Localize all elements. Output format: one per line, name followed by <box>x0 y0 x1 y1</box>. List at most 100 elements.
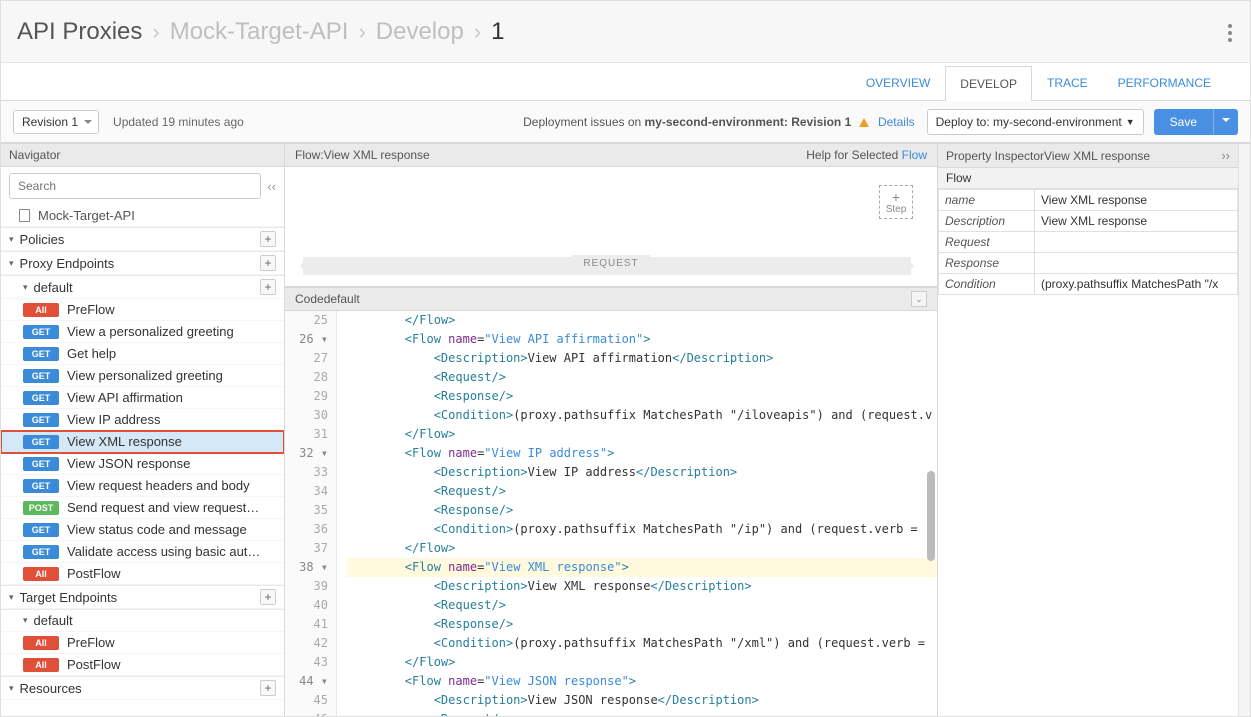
target-endpoint-default[interactable]: default <box>1 609 284 632</box>
proxy-endpoint-default[interactable]: default + <box>1 275 284 299</box>
section-resources[interactable]: Resources + <box>1 676 284 700</box>
save-dropdown[interactable] <box>1213 109 1238 135</box>
details-link[interactable]: Details <box>878 115 915 129</box>
inspector-row[interactable]: Response <box>939 253 1238 274</box>
help-flow-link[interactable]: Flow <box>902 148 927 162</box>
flow-item[interactable]: GETView personalized greeting <box>1 365 284 387</box>
code-line[interactable]: <Condition>(proxy.pathsuffix MatchesPath… <box>347 406 937 425</box>
section-policies[interactable]: Policies + <box>1 227 284 251</box>
flow-item[interactable]: POSTSend request and view request… <box>1 497 284 519</box>
code-line[interactable]: <Description>View XML response</Descript… <box>347 577 937 596</box>
tree-root-proxy[interactable]: Mock-Target-API <box>1 205 284 227</box>
flow-item[interactable]: GETValidate access using basic aut… <box>1 541 284 563</box>
code-line[interactable]: <Condition>(proxy.pathsuffix MatchesPath… <box>347 634 937 653</box>
navigator-tree[interactable]: Mock-Target-API Policies + Proxy Endpoin… <box>1 205 284 716</box>
search-input[interactable] <box>9 173 261 199</box>
method-badge: GET <box>23 545 59 559</box>
scrollbar-thumb[interactable] <box>927 471 935 561</box>
inspector-key: name <box>939 190 1035 211</box>
flow-item[interactable]: GETView a personalized greeting <box>1 321 284 343</box>
flow-item[interactable]: AllPreFlow <box>1 632 284 654</box>
code-line[interactable]: <Condition>(proxy.pathsuffix MatchesPath… <box>347 520 937 539</box>
code-line[interactable]: <Request/> <box>347 710 937 716</box>
inspector-value[interactable]: View XML response <box>1035 190 1238 211</box>
add-target-endpoint-button[interactable]: + <box>260 589 276 605</box>
code-line[interactable]: <Flow name="View IP address"> <box>347 444 937 463</box>
code-line[interactable]: <Description>View JSON response</Descrip… <box>347 691 937 710</box>
flow-item[interactable]: GETView JSON response <box>1 453 284 475</box>
add-step-button[interactable]: + Step <box>879 185 913 219</box>
code-line[interactable]: <Response/> <box>347 501 937 520</box>
code-line[interactable]: <Response/> <box>347 615 937 634</box>
flow-item[interactable]: GET View request headers and body <box>1 475 284 497</box>
code-line[interactable]: <Request/> <box>347 368 937 387</box>
inspector-row[interactable]: Condition(proxy.pathsuffix MatchesPath "… <box>939 274 1238 295</box>
deploy-to-select[interactable]: Deploy to: my-second-environment ▼ <box>927 109 1144 135</box>
code-line[interactable]: </Flow> <box>347 653 937 672</box>
flow-item[interactable]: AllPostFlow <box>1 563 284 585</box>
code-editor[interactable]: 2526 ▾272829303132 ▾333435363738 ▾394041… <box>285 311 937 716</box>
flow-item[interactable]: GETView API affirmation <box>1 387 284 409</box>
inspector-value[interactable] <box>1035 253 1238 274</box>
collapse-navigator-icon[interactable]: ‹‹ <box>267 179 276 194</box>
save-button[interactable]: Save <box>1154 109 1213 135</box>
section-target-endpoints[interactable]: Target Endpoints + <box>1 585 284 609</box>
flow-label: PostFlow <box>67 657 276 672</box>
tab-trace[interactable]: TRACE <box>1032 65 1103 100</box>
inspector-key: Request <box>939 232 1035 253</box>
crumb-proxy[interactable]: Mock-Target-API <box>170 18 349 46</box>
code-line[interactable]: <Request/> <box>347 596 937 615</box>
tab-develop[interactable]: DEVELOP <box>945 66 1032 101</box>
add-policy-button[interactable]: + <box>260 231 276 247</box>
flow-canvas[interactable]: + Step REQUEST <box>285 167 937 287</box>
inspector-row[interactable]: nameView XML response <box>939 190 1238 211</box>
code-line[interactable]: <Flow name="View XML response"> <box>347 558 937 577</box>
tab-overview[interactable]: OVERVIEW <box>851 65 945 100</box>
navigator-header: Navigator <box>1 144 284 167</box>
kebab-menu-icon[interactable] <box>1228 21 1232 45</box>
chevron-right-icon: › <box>152 19 159 45</box>
method-badge: GET <box>23 479 59 493</box>
section-proxy-endpoints[interactable]: Proxy Endpoints + <box>1 251 284 275</box>
code-options-dropdown[interactable]: ⌄ <box>911 291 927 307</box>
center-panel: Flow: View XML response Help for Selecte… <box>285 144 938 716</box>
code-line[interactable]: <Response/> <box>347 387 937 406</box>
add-resource-button[interactable]: + <box>260 680 276 696</box>
flow-label: View request headers and body <box>67 478 276 493</box>
flow-item[interactable]: GETView IP address <box>1 409 284 431</box>
code-line[interactable]: <Description>View API affirmation</Descr… <box>347 349 937 368</box>
chevron-down-icon: ▼ <box>1126 117 1135 127</box>
code-line[interactable]: <Request/> <box>347 482 937 501</box>
code-line[interactable]: <Description>View IP address</Descriptio… <box>347 463 937 482</box>
flow-item[interactable]: GETView status code and message <box>1 519 284 541</box>
deployment-issues-text: Deployment issues on my-second-environme… <box>523 115 915 129</box>
code-line[interactable]: </Flow> <box>347 311 937 330</box>
revision-select[interactable]: Revision 1 <box>13 110 99 134</box>
expand-inspector-icon[interactable]: ›› <box>1221 148 1230 163</box>
code-line[interactable]: </Flow> <box>347 539 937 558</box>
method-badge: GET <box>23 435 59 449</box>
flow-item[interactable]: GETView XML response <box>1 431 284 453</box>
code-line[interactable]: <Flow name="View API affirmation"> <box>347 330 937 349</box>
code-line[interactable]: <Flow name="View JSON response"> <box>347 672 937 691</box>
inspector-value[interactable]: (proxy.pathsuffix MatchesPath "/x <box>1035 274 1238 295</box>
crumb-api-proxies[interactable]: API Proxies <box>17 18 142 46</box>
inspector-value[interactable]: View XML response <box>1035 211 1238 232</box>
flow-item[interactable]: GETGet help <box>1 343 284 365</box>
inspector-row[interactable]: DescriptionView XML response <box>939 211 1238 232</box>
flow-item[interactable]: AllPreFlow <box>1 299 284 321</box>
code-line[interactable]: </Flow> <box>347 425 937 444</box>
crumb-section[interactable]: Develop <box>376 18 464 46</box>
flow-label: View API affirmation <box>67 390 276 405</box>
method-badge: GET <box>23 325 59 339</box>
page-scrollbar[interactable] <box>1238 144 1250 716</box>
method-badge: GET <box>23 413 59 427</box>
inspector-key: Condition <box>939 274 1035 295</box>
tab-performance[interactable]: PERFORMANCE <box>1103 65 1226 100</box>
inspector-row[interactable]: Request <box>939 232 1238 253</box>
inspector-value[interactable] <box>1035 232 1238 253</box>
flow-item[interactable]: AllPostFlow <box>1 654 284 676</box>
add-flow-button[interactable]: + <box>260 279 276 295</box>
add-proxy-endpoint-button[interactable]: + <box>260 255 276 271</box>
document-icon <box>19 209 30 222</box>
